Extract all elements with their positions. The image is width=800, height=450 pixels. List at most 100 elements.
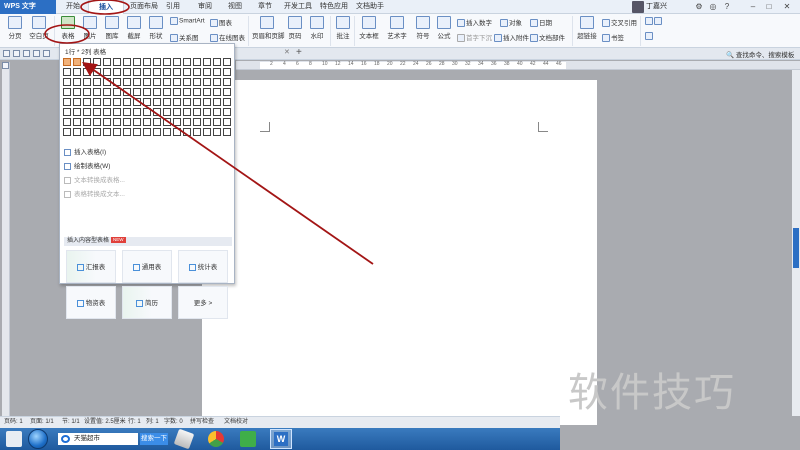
- table-grid-cell[interactable]: [173, 58, 181, 66]
- table-grid-cell[interactable]: [63, 128, 71, 136]
- tab-features[interactable]: 特色应用: [318, 0, 350, 14]
- table-grid-cell[interactable]: [123, 58, 131, 66]
- close-tab-icon[interactable]: ✕: [284, 48, 290, 56]
- extra-tool-icon[interactable]: [645, 17, 663, 25]
- table-grid-cell[interactable]: [183, 98, 191, 106]
- table-grid-cell[interactable]: [93, 108, 101, 116]
- address-input[interactable]: 天猫超市: [58, 433, 138, 445]
- table-grid-cell[interactable]: [133, 118, 141, 126]
- table-grid-cell[interactable]: [133, 98, 141, 106]
- table-grid-cell[interactable]: [143, 68, 151, 76]
- vertical-ruler[interactable]: [2, 62, 10, 416]
- comment-button[interactable]: 批注: [334, 16, 352, 40]
- table-grid-cell[interactable]: [213, 98, 221, 106]
- table-grid-cell[interactable]: [203, 118, 211, 126]
- table-grid-cell[interactable]: [173, 98, 181, 106]
- insert-table-item[interactable]: 插入表格(I): [64, 146, 106, 156]
- screenshot-button[interactable]: 截屏: [124, 16, 144, 40]
- table-grid-cell[interactable]: [113, 58, 121, 66]
- table-grid-cell[interactable]: [143, 128, 151, 136]
- table-grid-cell[interactable]: [183, 68, 191, 76]
- chart-button[interactable]: 图表: [210, 17, 232, 28]
- table-grid-cell[interactable]: [113, 68, 121, 76]
- table-grid-cell[interactable]: [103, 128, 111, 136]
- watermark-button[interactable]: 水印: [307, 16, 327, 40]
- blank-page-button[interactable]: 空白页: [28, 16, 50, 40]
- table-grid-cell[interactable]: [183, 118, 191, 126]
- table-grid-cell[interactable]: [73, 88, 81, 96]
- table-grid-cell[interactable]: [143, 118, 151, 126]
- wps-taskbar-button[interactable]: W: [270, 429, 292, 449]
- table-grid-cell[interactable]: [193, 88, 201, 96]
- table-grid-cell[interactable]: [123, 118, 131, 126]
- avatar[interactable]: [632, 1, 644, 13]
- table-grid-cell[interactable]: [153, 118, 161, 126]
- save-icon[interactable]: [13, 50, 20, 57]
- table-size-grid[interactable]: [63, 56, 233, 142]
- picture-button[interactable]: 图片: [82, 16, 98, 40]
- table-grid-cell[interactable]: [93, 98, 101, 106]
- table-grid-cell[interactable]: [213, 128, 221, 136]
- template-supplies[interactable]: 物资表: [66, 286, 116, 319]
- preview-icon[interactable]: [33, 50, 40, 57]
- table-grid-cell[interactable]: [83, 58, 91, 66]
- drop-cap-button[interactable]: 首字下沉: [457, 32, 492, 43]
- table-grid-cell[interactable]: [123, 98, 131, 106]
- table-grid-cell[interactable]: [103, 78, 111, 86]
- table-grid-cell[interactable]: [163, 68, 171, 76]
- table-grid-cell[interactable]: [223, 58, 231, 66]
- table-grid-cell[interactable]: [133, 128, 141, 136]
- table-grid-cell[interactable]: [143, 88, 151, 96]
- extra-tool-icon[interactable]: [645, 32, 654, 40]
- tab-review[interactable]: 审阅: [192, 0, 218, 14]
- horizontal-ruler[interactable]: 2 4 6 8 10 12 14 16 18 20 22 24 26 28 30 32 34 36 38 40 42 44…: [236, 61, 800, 70]
- table-grid-cell[interactable]: [123, 128, 131, 136]
- table-grid-cell[interactable]: [83, 68, 91, 76]
- minimize-icon[interactable]: –: [748, 2, 758, 12]
- table-grid-cell[interactable]: [123, 88, 131, 96]
- doc-check-toggle[interactable]: 文档校对: [224, 417, 248, 428]
- table-grid-cell[interactable]: [143, 108, 151, 116]
- wordart-button[interactable]: 艺术字: [384, 16, 410, 40]
- table-grid-cell[interactable]: [133, 88, 141, 96]
- table-grid-cell[interactable]: [213, 108, 221, 116]
- undo-icon[interactable]: [43, 50, 50, 57]
- table-grid-cell[interactable]: [83, 78, 91, 86]
- table-grid-cell[interactable]: [183, 78, 191, 86]
- table-grid-cell[interactable]: [113, 88, 121, 96]
- table-grid-cell[interactable]: [83, 108, 91, 116]
- template-more[interactable]: 更多 >: [178, 286, 228, 319]
- table-grid-cell[interactable]: [63, 78, 71, 86]
- table-grid-cell[interactable]: [193, 78, 201, 86]
- table-grid-cell[interactable]: [73, 58, 81, 66]
- template-report[interactable]: 汇报表: [66, 250, 116, 283]
- table-grid-cell[interactable]: [163, 128, 171, 136]
- table-grid-cell[interactable]: [83, 98, 91, 106]
- table-grid-cell[interactable]: [213, 88, 221, 96]
- table-grid-cell[interactable]: [113, 118, 121, 126]
- table-grid-cell[interactable]: [163, 108, 171, 116]
- table-grid-cell[interactable]: [73, 68, 81, 76]
- table-grid-cell[interactable]: [73, 78, 81, 86]
- insert-number-button[interactable]: 插入数字: [457, 17, 492, 28]
- table-grid-cell[interactable]: [183, 88, 191, 96]
- table-grid-cell[interactable]: [123, 78, 131, 86]
- table-grid-cell[interactable]: [63, 98, 71, 106]
- hyperlink-button[interactable]: 超链接: [576, 16, 598, 40]
- table-grid-cell[interactable]: [103, 108, 111, 116]
- table-grid-cell[interactable]: [163, 98, 171, 106]
- new-tab-icon[interactable]: +: [296, 47, 302, 58]
- table-grid-cell[interactable]: [83, 88, 91, 96]
- table-grid-cell[interactable]: [193, 98, 201, 106]
- table-grid-cell[interactable]: [163, 58, 171, 66]
- cross-ref-button[interactable]: 交叉引用: [602, 17, 637, 28]
- header-footer-button[interactable]: 页眉和页脚: [252, 16, 285, 40]
- table-grid-cell[interactable]: [153, 58, 161, 66]
- table-grid-cell[interactable]: [103, 58, 111, 66]
- template-general[interactable]: 通用表: [122, 250, 172, 283]
- table-grid-cell[interactable]: [73, 98, 81, 106]
- table-grid-cell[interactable]: [173, 78, 181, 86]
- table-grid-cell[interactable]: [113, 98, 121, 106]
- table-grid-cell[interactable]: [113, 128, 121, 136]
- table-grid-cell[interactable]: [93, 118, 101, 126]
